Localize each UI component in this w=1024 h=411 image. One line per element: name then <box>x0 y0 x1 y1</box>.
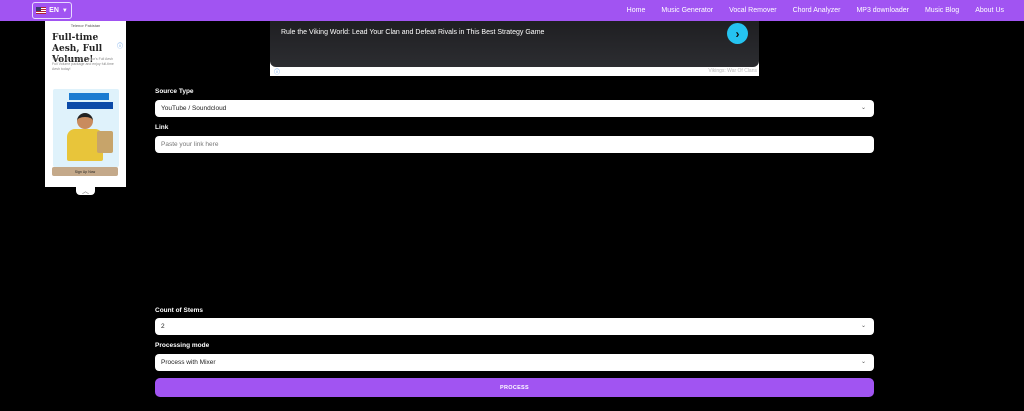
video-ad-panel[interactable]: Rule the Viking World: Lead Your Clan an… <box>270 21 759 67</box>
nav-vocal-remover[interactable]: Vocal Remover <box>729 7 776 14</box>
nav-about-us[interactable]: About Us <box>975 7 1004 14</box>
ad-body-text: Turn up the fun with Telenor's Full Aesh… <box>52 57 114 71</box>
ad-info-icon[interactable]: ⓘ <box>274 67 280 76</box>
processing-mode-select[interactable]: Process with Mixer ⌄ <box>155 354 874 371</box>
stems-label: Count of Stems <box>155 307 204 314</box>
source-type-select[interactable]: YouTube / Soundcloud ⌄ <box>155 100 874 117</box>
video-ad-brand: Vikings: War Of Clans <box>708 68 757 74</box>
top-navbar: EN ▼ Home Music Generator Vocal Remover … <box>0 0 1024 21</box>
nav-mp3-downloader[interactable]: MP3 downloader <box>856 7 909 14</box>
processing-mode-label: Processing mode <box>155 342 210 349</box>
ad-cta-button[interactable]: Sign Up Now <box>52 167 118 176</box>
ad-image[interactable] <box>53 83 119 167</box>
us-flag-icon <box>36 7 47 14</box>
link-field[interactable] <box>155 136 874 153</box>
source-type-label: Source Type <box>155 88 194 95</box>
chevron-right-icon[interactable]: › <box>727 23 748 44</box>
sidebar-ad[interactable]: Telenor Pakistan Full-time Aesh, Full Vo… <box>45 21 126 187</box>
processing-mode-value: Process with Mixer <box>161 359 216 366</box>
video-ad[interactable]: Rule the Viking World: Lead Your Clan an… <box>270 21 759 76</box>
link-input[interactable] <box>161 141 874 148</box>
video-ad-title[interactable]: Rule the Viking World: Lead Your Clan an… <box>281 29 544 36</box>
main-nav: Home Music Generator Vocal Remover Chord… <box>627 0 1004 21</box>
ad-promo-banner-secondary <box>67 102 113 109</box>
source-type-value: YouTube / Soundcloud <box>161 105 227 112</box>
ad-collapse-button[interactable]: ︿ <box>76 186 95 195</box>
ad-person-head <box>77 113 93 129</box>
nav-music-blog[interactable]: Music Blog <box>925 7 959 14</box>
chevron-up-icon: ︿ <box>82 187 89 195</box>
ad-sponsor: Telenor Pakistan <box>70 23 101 28</box>
nav-music-generator[interactable]: Music Generator <box>661 7 713 14</box>
stems-select[interactable]: 2 ⌄ <box>155 318 874 335</box>
ad-promo-banner <box>69 93 109 100</box>
link-label: Link <box>155 124 169 131</box>
nav-chord-analyzer[interactable]: Chord Analyzer <box>793 7 841 14</box>
language-label: EN <box>49 7 59 14</box>
ad-info-icon[interactable]: ⓘ <box>117 41 123 50</box>
stems-value: 2 <box>161 323 165 330</box>
ad-props <box>97 131 113 153</box>
language-selector[interactable]: EN ▼ <box>32 2 72 19</box>
chevron-down-icon: ⌄ <box>860 105 866 111</box>
chevron-down-icon: ⌄ <box>860 359 866 365</box>
process-button[interactable]: PROCESS <box>155 378 874 397</box>
caret-down-icon: ▼ <box>61 7 68 14</box>
chevron-down-icon: ⌄ <box>860 323 866 329</box>
nav-home[interactable]: Home <box>627 7 646 14</box>
